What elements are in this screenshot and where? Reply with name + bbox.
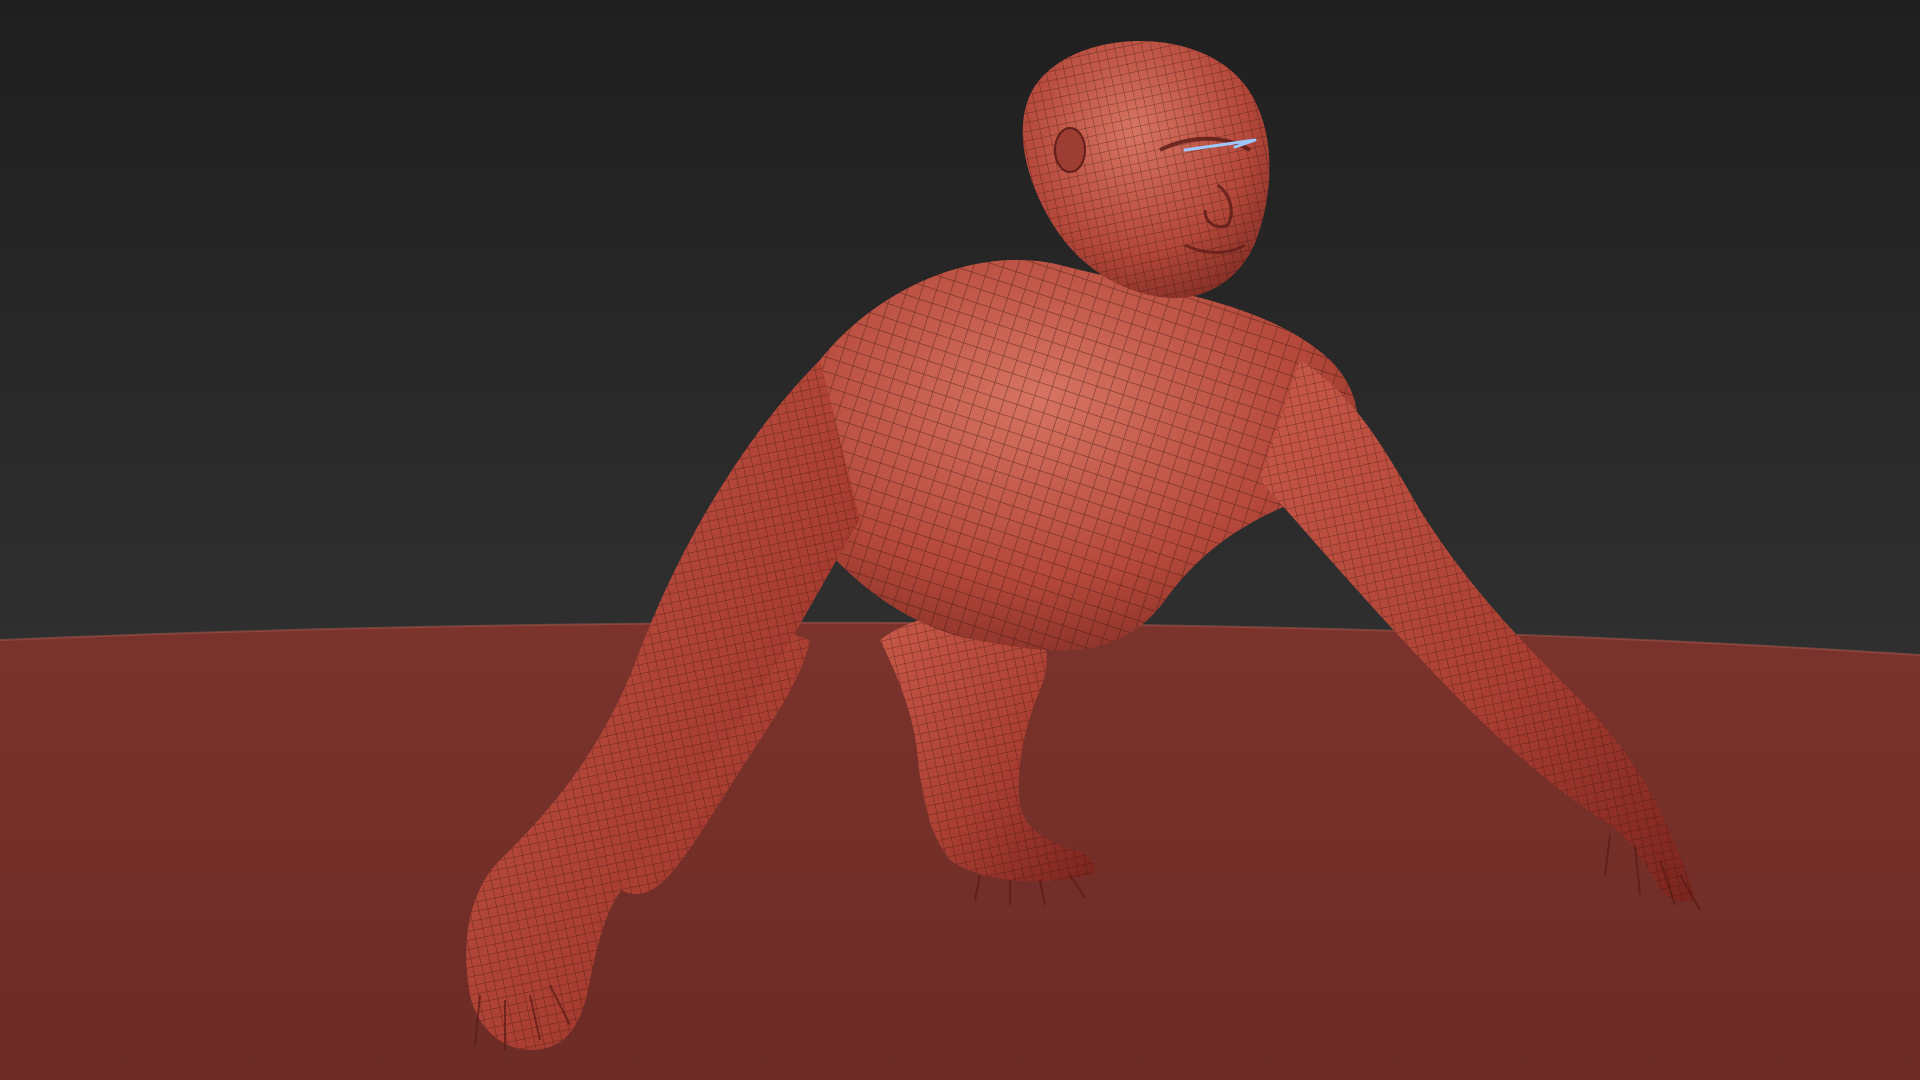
render-viewport[interactable] [0, 0, 1920, 1080]
ear [1054, 127, 1086, 173]
render-canvas[interactable] [0, 0, 1920, 1080]
